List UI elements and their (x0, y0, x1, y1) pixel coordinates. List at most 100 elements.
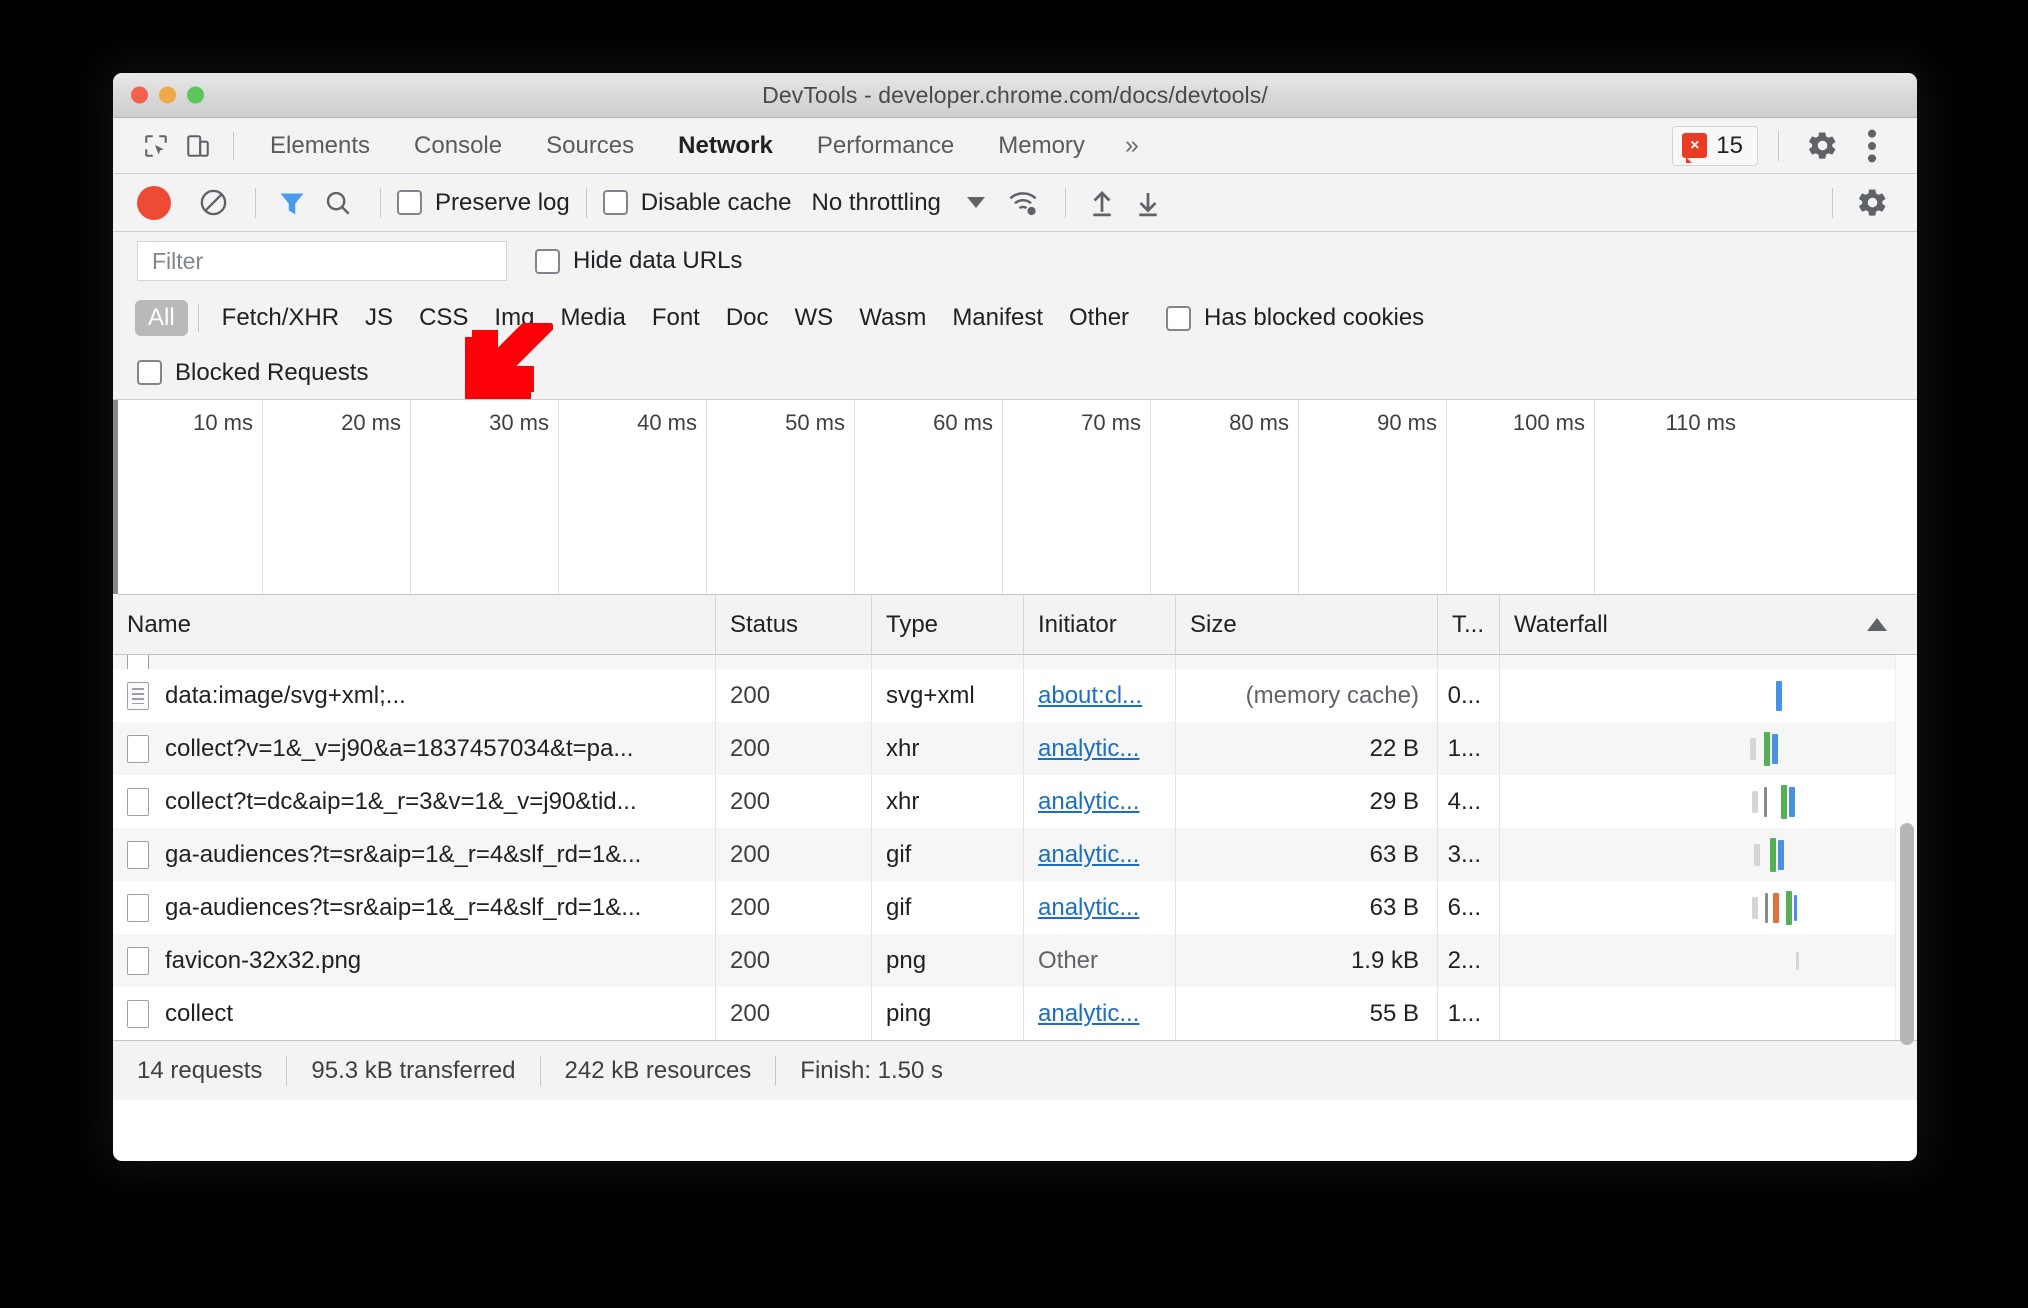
tab-sources[interactable]: Sources (524, 132, 656, 160)
request-name-cell[interactable]: collect?t=dc&aip=1&_r=3&v=1&_v=j90&tid..… (113, 775, 716, 828)
close-window-button[interactable] (131, 86, 148, 104)
initiator-link[interactable]: analytic... (1038, 735, 1139, 763)
tab-console[interactable]: Console (392, 132, 524, 160)
column-header-size[interactable]: Size (1176, 595, 1438, 654)
window-traffic-lights[interactable] (131, 86, 204, 104)
tabbar-divider (233, 131, 234, 160)
initiator-link[interactable]: analytic... (1038, 788, 1139, 816)
column-header-name[interactable]: Name (113, 595, 716, 654)
minimize-window-button[interactable] (159, 86, 176, 104)
request-name-cell[interactable]: ga-audiences?t=sr&aip=1&_r=4&slf_rd=1&..… (113, 828, 716, 881)
chip-manifest[interactable]: Manifest (939, 300, 1056, 336)
initiator-link[interactable]: analytic... (1038, 1000, 1139, 1028)
request-name-cell[interactable]: collect?v=1&_v=j90&a=1837457034&t=pa... (113, 722, 716, 775)
has-blocked-cookies-label: Has blocked cookies (1204, 304, 1425, 331)
column-header-status[interactable]: Status (716, 595, 872, 654)
table-row[interactable]: ga-audiences?t=sr&aip=1&_r=4&slf_rd=1&..… (113, 828, 1917, 881)
error-cross-icon: × (1682, 133, 1708, 163)
initiator-link[interactable]: about:cl... (1038, 682, 1142, 710)
chip-js[interactable]: JS (352, 300, 406, 336)
initiator-link[interactable]: analytic... (1038, 894, 1139, 922)
file-icon (127, 893, 149, 922)
throttling-dropdown[interactable]: No throttling (811, 189, 985, 217)
wifi-settings-icon[interactable] (1003, 183, 1043, 223)
table-row[interactable]: ga-audiences?t=sr&aip=1&_r=4&slf_rd=1&..… (113, 881, 1917, 934)
has-blocked-cookies-checkbox-row[interactable]: Has blocked cookies (1166, 304, 1424, 332)
request-initiator[interactable]: analytic... (1024, 881, 1176, 934)
waterfall-cell[interactable] (1500, 669, 1917, 722)
request-name-cell[interactable]: collect (113, 987, 716, 1040)
chip-font[interactable]: Font (639, 300, 713, 336)
table-row[interactable]: collect 200 ping analytic... 55 B 1... (113, 987, 1917, 1040)
more-vertical-dots-icon[interactable] (1849, 123, 1895, 169)
request-initiator[interactable]: analytic... (1024, 775, 1176, 828)
gear-icon[interactable] (1799, 123, 1845, 169)
column-header-waterfall[interactable]: Waterfall (1500, 595, 1917, 654)
filter-funnel-icon[interactable] (272, 183, 312, 223)
request-name-cell[interactable]: data:image/svg+xml;... (113, 669, 716, 722)
request-name-cell[interactable]: favicon-32x32.png (113, 934, 716, 987)
tabs-overflow-chevron-icon[interactable]: » (1107, 131, 1157, 160)
request-initiator[interactable]: analytic... (1024, 828, 1176, 881)
preserve-log-checkbox[interactable] (397, 190, 422, 215)
clear-prohibited-icon[interactable] (193, 183, 233, 223)
tab-elements[interactable]: Elements (248, 132, 392, 160)
chip-img[interactable]: Img (481, 300, 547, 336)
tab-memory[interactable]: Memory (976, 132, 1107, 160)
column-header-initiator[interactable]: Initiator (1024, 595, 1176, 654)
disable-cache-checkbox-row[interactable]: Disable cache (602, 189, 791, 217)
network-settings-gear-icon[interactable] (1849, 180, 1895, 226)
chip-other[interactable]: Other (1056, 300, 1142, 336)
waterfall-cell[interactable] (1500, 934, 1917, 987)
chip-css[interactable]: CSS (406, 300, 481, 336)
device-toolbar-icon[interactable] (177, 125, 219, 167)
disable-cache-checkbox[interactable] (602, 190, 628, 215)
request-initiator[interactable]: analytic... (1024, 722, 1176, 775)
table-row[interactable]: collect?v=1&_v=j90&a=1837457034&t=pa... … (113, 722, 1917, 775)
table-vertical-scrollbar[interactable] (1895, 655, 1917, 1045)
preserve-log-checkbox-row[interactable]: Preserve log (397, 189, 570, 217)
request-initiator[interactable]: analytic... (1024, 987, 1176, 1040)
filter-input[interactable]: Filter (137, 241, 507, 281)
request-name-cell[interactable]: ga-audiences?t=sr&aip=1&_r=4&slf_rd=1&..… (113, 881, 716, 934)
blocked-requests-checkbox[interactable] (137, 360, 162, 385)
chip-ws[interactable]: WS (782, 300, 847, 336)
column-header-time[interactable]: T... (1438, 595, 1500, 654)
tab-performance[interactable]: Performance (795, 132, 976, 160)
request-initiator[interactable]: about:cl... (1024, 669, 1176, 722)
chip-media[interactable]: Media (547, 300, 638, 336)
initiator-link[interactable]: analytic... (1038, 841, 1139, 869)
scrollbar-thumb[interactable] (1900, 823, 1914, 1045)
table-row[interactable]: collect?t=dc&aip=1&_r=3&v=1&_v=j90&tid..… (113, 775, 1917, 828)
table-row[interactable]: data:image/svg+xml;... 200 svg+xml about… (113, 669, 1917, 722)
waterfall-cell[interactable] (1500, 987, 1917, 1040)
search-magnifier-icon[interactable] (318, 183, 358, 223)
waterfall-segment (1765, 892, 1768, 923)
hide-data-urls-checkbox[interactable] (535, 248, 560, 274)
request-status: 200 (716, 934, 872, 987)
chevron-down-icon[interactable] (966, 197, 985, 208)
chip-wasm[interactable]: Wasm (846, 300, 939, 336)
column-header-type[interactable]: Type (872, 595, 1024, 654)
waterfall-cell[interactable] (1500, 881, 1917, 934)
request-time: 1... (1438, 987, 1500, 1040)
table-row[interactable]: favicon-32x32.png 200 png Other 1.9 kB 2… (113, 934, 1917, 987)
import-upload-arrow-icon[interactable] (1082, 183, 1122, 223)
chip-fetch-xhr[interactable]: Fetch/XHR (209, 300, 352, 336)
export-download-arrow-icon[interactable] (1128, 183, 1168, 223)
table-row[interactable] (113, 655, 1917, 669)
hide-data-urls-checkbox-row[interactable]: Hide data URLs (535, 247, 742, 275)
chip-all[interactable]: All (135, 300, 188, 336)
network-timeline-ruler[interactable]: 10 ms 20 ms 30 ms 40 ms 50 ms 60 ms 70 m… (113, 400, 1917, 595)
chip-doc[interactable]: Doc (713, 300, 782, 336)
inspect-element-icon[interactable] (135, 125, 177, 167)
waterfall-cell[interactable] (1500, 775, 1917, 828)
blocked-requests-checkbox-row[interactable]: Blocked Requests (137, 359, 368, 387)
maximize-window-button[interactable] (187, 86, 204, 104)
waterfall-cell[interactable] (1500, 722, 1917, 775)
record-button[interactable] (137, 185, 171, 220)
error-count-badge[interactable]: × 15 (1672, 125, 1758, 166)
has-blocked-cookies-checkbox[interactable] (1166, 305, 1192, 331)
waterfall-cell[interactable] (1500, 828, 1917, 881)
tab-network[interactable]: Network (656, 132, 795, 160)
